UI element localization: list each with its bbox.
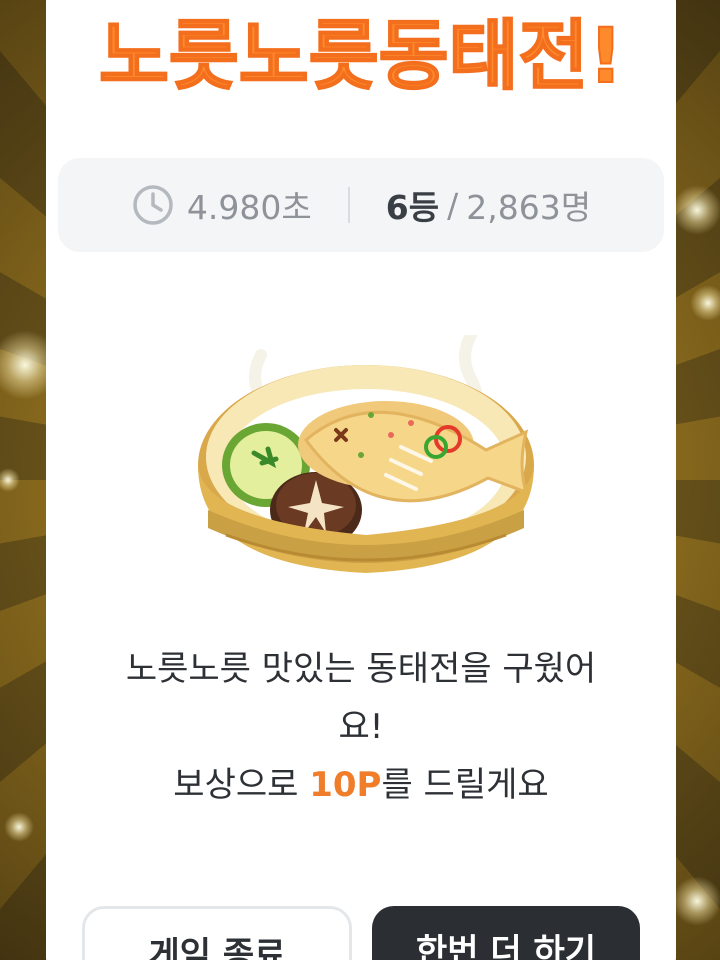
result-card: 노릇노릇동태전! 노릇노릇동태전! 4.980초 6등 / 2,863명 노릇노… bbox=[46, 0, 676, 960]
rank-value: 6등 bbox=[385, 188, 440, 227]
stats-divider bbox=[347, 187, 350, 223]
participant-count: 2,863명 bbox=[466, 188, 592, 227]
sparkle bbox=[672, 876, 720, 926]
sparkle bbox=[4, 812, 34, 842]
rank-separator: / bbox=[447, 185, 459, 225]
play-again-button[interactable]: 한번 더 하기 bbox=[372, 906, 640, 960]
exit-game-button[interactable]: 게임 종료 bbox=[82, 906, 352, 960]
title-text: 노릇노릇동태전! bbox=[99, 11, 623, 100]
reward-points: 10P bbox=[309, 765, 382, 805]
sparkle bbox=[690, 285, 720, 321]
reward-prefix: 보상으로 bbox=[173, 765, 310, 805]
message-line-2: 요! bbox=[338, 707, 384, 747]
result-stats: 4.980초 6등 / 2,863명 bbox=[58, 158, 664, 252]
reward-line: 보상으로 10P를 드릴게요 bbox=[76, 756, 646, 814]
fish-jeon-illustration bbox=[198, 335, 534, 573]
result-message: 노릇노릇 맛있는 동태전을 구웠어 요! 보상으로 10P를 드릴게요 bbox=[76, 640, 646, 814]
reward-suffix: 를 드릴게요 bbox=[381, 765, 549, 805]
game-title: 노릇노릇동태전! 노릇노릇동태전! bbox=[46, 0, 676, 110]
sparkle bbox=[672, 185, 720, 235]
clock-icon bbox=[133, 185, 173, 225]
elapsed-time: 4.980초 bbox=[186, 188, 312, 227]
message-line-1: 노릇노릇 맛있는 동태전을 구웠어 bbox=[125, 649, 597, 689]
